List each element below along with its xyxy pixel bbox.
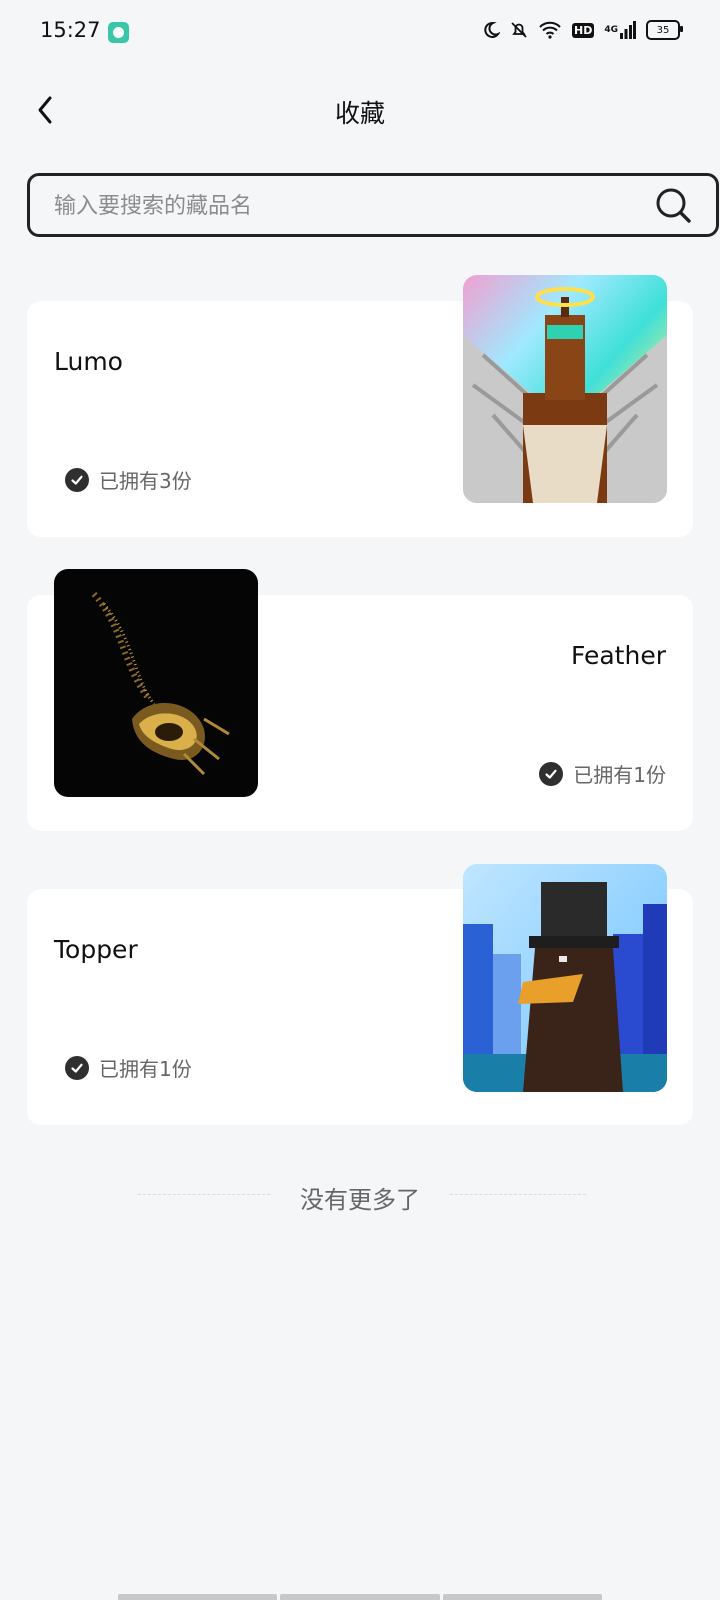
check-circle-icon — [65, 1055, 89, 1080]
notification-app-icon — [108, 22, 129, 43]
home-indicator[interactable] — [118, 1594, 602, 1600]
search-box[interactable] — [27, 173, 719, 237]
owned-label: 已拥有3份 — [99, 469, 192, 493]
cellular-signal-icon: 4G — [604, 21, 636, 39]
owned-count: 已拥有1份 — [539, 759, 666, 788]
item-image-topper[interactable] — [463, 864, 667, 1092]
indicator-segment — [442, 1594, 602, 1600]
search-input[interactable] — [52, 176, 616, 236]
owned-count: 已拥有3份 — [65, 465, 192, 494]
check-circle-icon — [539, 761, 564, 786]
wifi-icon — [538, 21, 562, 39]
network-type: 4G — [604, 25, 618, 35]
check-circle-icon — [65, 467, 89, 492]
end-of-list: 没有更多了 — [0, 1180, 720, 1214]
indicator-segment — [118, 1594, 278, 1600]
status-bar: 15:27 HD 4G 35 — [0, 0, 720, 64]
status-time: 15:27 — [40, 18, 101, 42]
search-icon[interactable] — [654, 186, 694, 226]
battery-level: 35 — [656, 24, 670, 36]
page-title: 收藏 — [334, 99, 385, 128]
bell-muted-icon — [510, 21, 528, 39]
hd-icon: HD — [572, 22, 595, 38]
moon-icon — [482, 21, 500, 39]
owned-label: 已拥有1份 — [573, 763, 666, 787]
item-image-feather[interactable] — [54, 569, 258, 797]
item-name: Feather — [570, 641, 666, 670]
indicator-segment — [280, 1594, 440, 1600]
item-name: Lumo — [54, 347, 123, 376]
divider — [450, 1194, 586, 1195]
owned-count: 已拥有1份 — [65, 1053, 192, 1082]
end-of-list-text: 没有更多了 — [300, 1186, 420, 1214]
owned-label: 已拥有1份 — [99, 1057, 192, 1081]
battery-icon: 35 — [646, 20, 683, 40]
item-image-lumo[interactable] — [463, 275, 667, 503]
item-name: Topper — [54, 935, 138, 964]
status-icons: HD 4G 35 — [482, 20, 683, 40]
